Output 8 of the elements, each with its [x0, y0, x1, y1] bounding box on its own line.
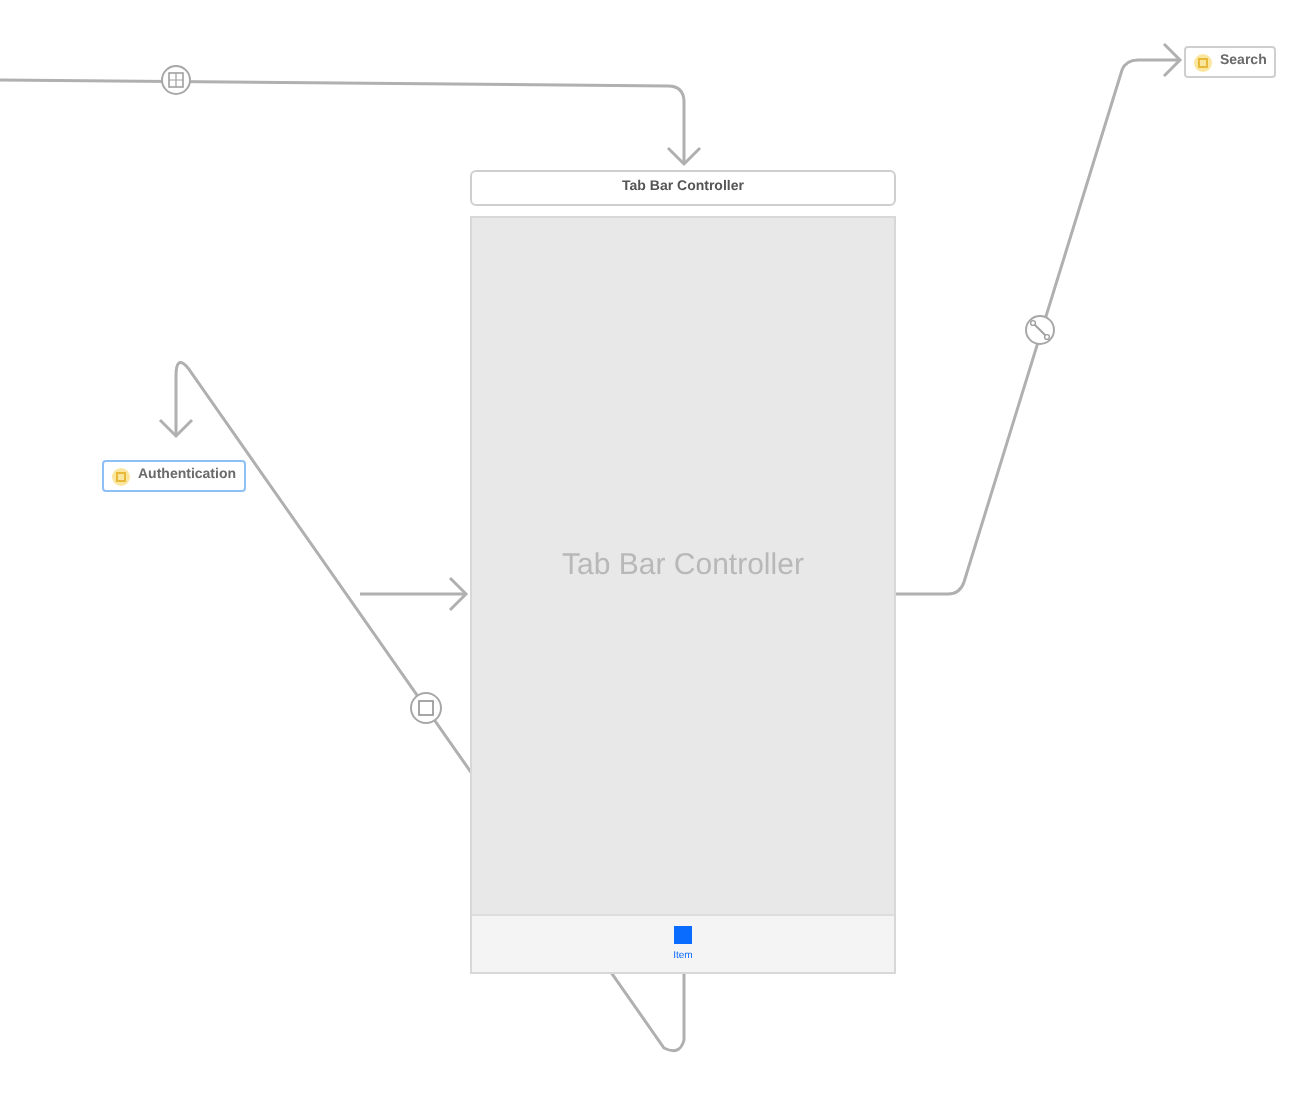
- segue-icon[interactable]: [161, 65, 191, 95]
- square-icon: [673, 926, 692, 944]
- segue-arrow[interactable]: [360, 576, 469, 612]
- segue-icon[interactable]: [1025, 315, 1055, 345]
- segue-icon[interactable]: [410, 692, 442, 724]
- segue-arrow[interactable]: [0, 78, 702, 167]
- reference-icon: [112, 467, 130, 485]
- reference-icon: [1194, 53, 1212, 71]
